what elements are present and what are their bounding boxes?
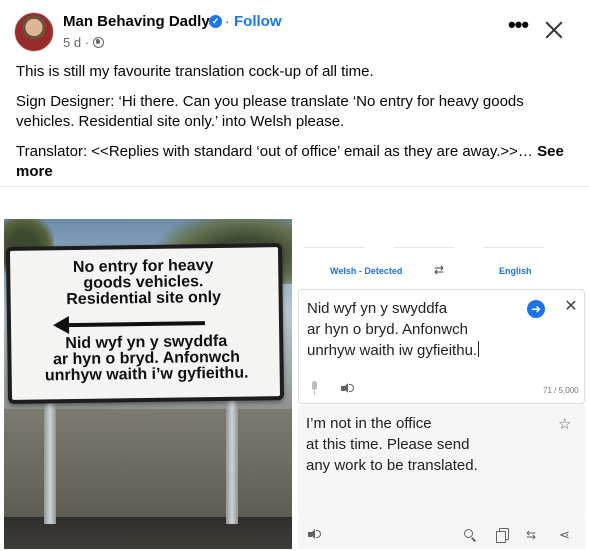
sign-post bbox=[226, 389, 238, 524]
translated-text: I’m not in the office at this time. Plea… bbox=[306, 413, 546, 476]
source-text-box[interactable]: Nid wyf yn y swyddfa ar hyn o bryd. Anfo… bbox=[298, 289, 585, 404]
translate-go-icon[interactable]: ➜ bbox=[527, 300, 545, 318]
follow-button[interactable]: Follow bbox=[234, 13, 282, 30]
source-text[interactable]: Nid wyf yn y swyddfa ar hyn o bryd. Anfo… bbox=[307, 298, 517, 361]
source-language-selector[interactable]: Welsh - Detected bbox=[330, 266, 402, 276]
post-body: This is still my favourite translation c… bbox=[16, 62, 576, 192]
left-arrow-icon bbox=[66, 321, 206, 328]
divider bbox=[0, 186, 589, 187]
source-line: Nid wyf yn y swyddfa bbox=[307, 300, 448, 317]
star-icon[interactable]: ☆ bbox=[558, 415, 571, 433]
tab-underline bbox=[394, 247, 454, 248]
sign-line: Residential site only bbox=[66, 288, 222, 309]
post-paragraph: Sign Designer: ‘Hi there. Can you please… bbox=[16, 93, 524, 130]
clear-text-icon[interactable]: ✕ bbox=[562, 298, 580, 316]
globe-icon bbox=[93, 37, 104, 48]
microphone-icon[interactable] bbox=[309, 381, 319, 395]
feedback-icon[interactable]: ⇆ bbox=[526, 528, 540, 542]
speaker-wave bbox=[349, 384, 354, 392]
author-name[interactable]: Man Behaving Dadly bbox=[63, 13, 210, 30]
source-line: unrhyw waith iw gyfieithu. bbox=[307, 340, 517, 361]
target-line: any work to be translated. bbox=[306, 457, 478, 474]
close-icon[interactable] bbox=[541, 17, 567, 43]
text-cursor bbox=[478, 341, 480, 357]
speaker-icon[interactable] bbox=[308, 528, 321, 540]
sign-english-text: No entry for heavy goods vehicles. Resid… bbox=[30, 257, 257, 308]
post-paragraph: This is still my favourite translation c… bbox=[16, 63, 374, 80]
post-timestamp[interactable]: 5 d · bbox=[63, 35, 89, 50]
swap-languages-icon[interactable]: ⇄ bbox=[434, 263, 444, 277]
separator-dot: · bbox=[225, 13, 230, 29]
speaker-icon[interactable] bbox=[341, 382, 354, 394]
sign-photo[interactable]: No entry for heavy goods vehicles. Resid… bbox=[4, 219, 292, 549]
post-paragraph-text: Translator: <<Replies with standard ‘out… bbox=[16, 143, 533, 160]
more-options-icon[interactable]: ••• bbox=[506, 14, 530, 42]
sign-line: unrhyw waith i’w gyfieithu. bbox=[44, 364, 249, 385]
road-sign: No entry for heavy goods vehicles. Resid… bbox=[5, 243, 285, 404]
avatar[interactable] bbox=[14, 12, 54, 52]
tab-underline bbox=[304, 247, 364, 248]
target-line: at this time. Please send bbox=[306, 436, 470, 453]
speaker-wave bbox=[316, 530, 321, 538]
translate-screenshot[interactable]: Welsh - Detected ⇄ English Nid wyf yn y … bbox=[296, 219, 589, 549]
share-icon[interactable]: ⋖ bbox=[559, 528, 573, 542]
target-language-selector[interactable]: English bbox=[499, 266, 532, 276]
tab-underline bbox=[484, 247, 544, 248]
translation-output-box: I’m not in the office at this time. Plea… bbox=[298, 405, 585, 520]
target-line: I’m not in the office bbox=[306, 415, 432, 432]
copy-icon[interactable] bbox=[496, 528, 510, 543]
post-header: Man Behaving Dadly ✓ · Follow 5 d · ••• bbox=[0, 0, 589, 60]
verified-badge-icon: ✓ bbox=[209, 15, 222, 28]
character-count: 71 / 5,000 bbox=[543, 386, 579, 395]
source-line-text: unrhyw waith iw gyfieithu. bbox=[307, 342, 478, 359]
post-paragraph: Translator: <<Replies with standard ‘out… bbox=[16, 142, 576, 182]
sign-post bbox=[44, 389, 56, 524]
sign-welsh-text: Nid wyf yn y swyddfa ar hyn o bryd. Anfo… bbox=[21, 333, 272, 385]
source-line: ar hyn o bryd. Anfonwch bbox=[307, 321, 468, 338]
translation-toolbar: ⇆ ⋖ bbox=[298, 520, 585, 549]
search-icon[interactable] bbox=[463, 528, 477, 542]
